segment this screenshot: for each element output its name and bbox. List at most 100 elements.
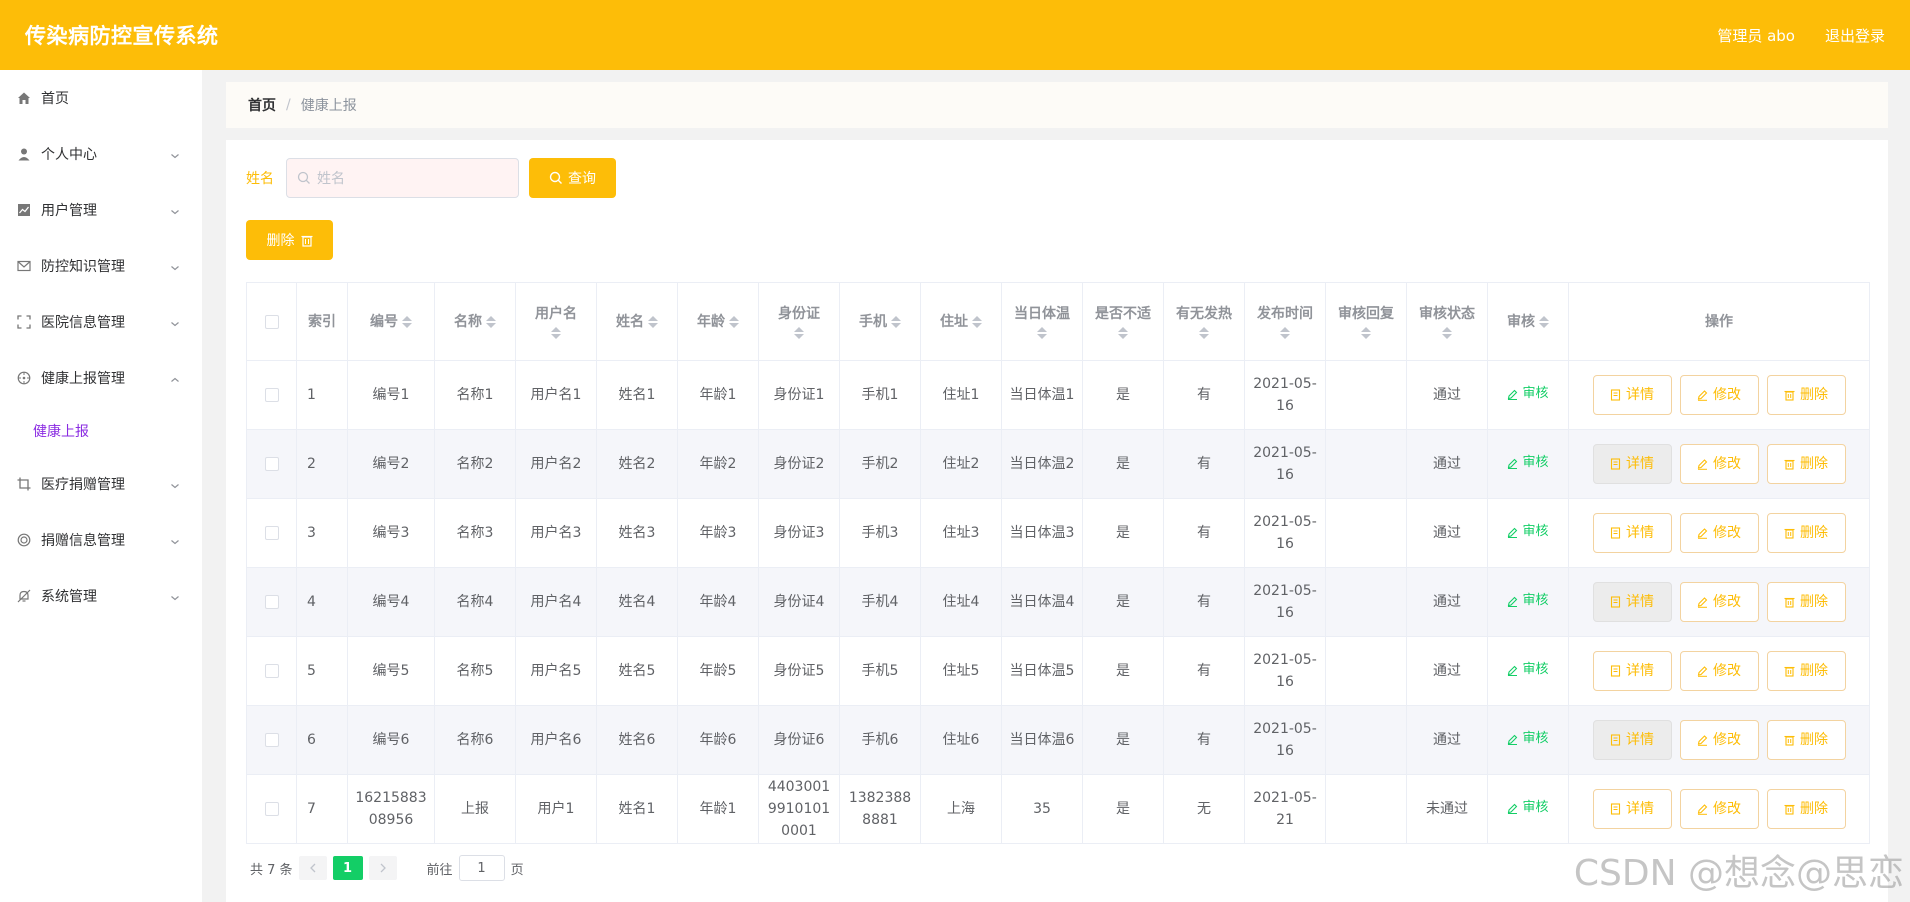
delete-button[interactable]: 删除 bbox=[1766, 444, 1846, 484]
sort-caret-icon[interactable] bbox=[648, 315, 658, 329]
detail-button[interactable]: 详情 bbox=[1592, 720, 1672, 760]
audit-link[interactable]: 审核 bbox=[1507, 590, 1549, 612]
edit-button[interactable]: 修改 bbox=[1679, 720, 1759, 760]
select-all-checkbox[interactable] bbox=[264, 314, 279, 329]
row-checkbox[interactable] bbox=[264, 595, 279, 609]
operations-cell: 详情 修改 删除 bbox=[1568, 774, 1870, 844]
row-checkbox[interactable] bbox=[264, 388, 279, 402]
audit-link[interactable]: 审核 bbox=[1507, 521, 1549, 543]
delete-button[interactable]: 删除 bbox=[1766, 582, 1846, 622]
audit-link[interactable]: 审核 bbox=[1507, 383, 1549, 405]
sidebar-item[interactable]: 首页 bbox=[0, 70, 202, 126]
next-page-button[interactable] bbox=[368, 856, 397, 880]
sort-caret-icon[interactable] bbox=[1118, 326, 1128, 340]
detail-button[interactable]: 详情 bbox=[1592, 789, 1672, 829]
sort-caret-icon[interactable] bbox=[729, 315, 739, 329]
column-header[interactable]: 身份证 bbox=[758, 282, 840, 361]
sidebar-item[interactable]: 系统管理 bbox=[0, 568, 202, 624]
row-checkbox[interactable] bbox=[264, 733, 279, 747]
sort-caret-icon[interactable] bbox=[1442, 326, 1452, 340]
sidebar-item[interactable]: 防控知识管理 bbox=[0, 238, 202, 294]
page-number-active[interactable]: 1 bbox=[332, 856, 363, 880]
operations-cell: 详情 修改 删除 bbox=[1568, 429, 1870, 499]
row-select-cell[interactable] bbox=[246, 567, 297, 637]
delete-button[interactable]: 删除 bbox=[1766, 375, 1846, 415]
column-header[interactable]: 用户名 bbox=[515, 282, 597, 361]
edit-button[interactable]: 修改 bbox=[1679, 513, 1759, 553]
detail-button[interactable]: 详情 bbox=[1592, 444, 1672, 484]
delete-button[interactable]: 删除 bbox=[1766, 789, 1846, 829]
sidebar-item[interactable]: 健康上报管理 bbox=[0, 350, 202, 406]
header-select-all[interactable] bbox=[246, 282, 297, 361]
row-select-cell[interactable] bbox=[246, 636, 297, 706]
delete-button[interactable]: 删除 bbox=[1766, 651, 1846, 691]
sort-caret-icon[interactable] bbox=[794, 326, 804, 340]
sort-caret-icon[interactable] bbox=[1539, 315, 1549, 329]
query-button[interactable]: 查询 bbox=[529, 158, 616, 198]
sidebar-subitem-health-report[interactable]: 健康上报 bbox=[0, 406, 202, 456]
detail-button[interactable]: 详情 bbox=[1592, 375, 1672, 415]
goto-page-input[interactable]: 1 bbox=[458, 855, 505, 881]
row-select-cell[interactable] bbox=[246, 429, 297, 499]
row-checkbox[interactable] bbox=[264, 664, 279, 678]
sort-caret-icon[interactable] bbox=[402, 315, 412, 329]
edit-button[interactable]: 修改 bbox=[1679, 444, 1759, 484]
detail-button[interactable]: 详情 bbox=[1592, 651, 1672, 691]
audit-link-label: 审核 bbox=[1522, 524, 1549, 540]
edit-button-label: 修改 bbox=[1713, 456, 1741, 472]
column-header[interactable]: 年龄 bbox=[677, 282, 759, 361]
column-header[interactable]: 审核回复 bbox=[1325, 282, 1407, 361]
sidebar-item[interactable]: 用户管理 bbox=[0, 182, 202, 238]
batch-delete-button[interactable]: 删除 bbox=[246, 220, 333, 260]
sort-caret-icon[interactable] bbox=[972, 315, 982, 329]
sort-caret-icon[interactable] bbox=[1280, 326, 1290, 340]
audit-link[interactable]: 审核 bbox=[1507, 728, 1549, 750]
detail-button[interactable]: 详情 bbox=[1592, 582, 1672, 622]
column-header[interactable]: 有无发热 bbox=[1163, 282, 1245, 361]
audit-link[interactable]: 审核 bbox=[1507, 659, 1549, 681]
row-select-cell[interactable] bbox=[246, 360, 297, 430]
audit-link-label: 审核 bbox=[1522, 800, 1549, 816]
edit-button[interactable]: 修改 bbox=[1679, 375, 1759, 415]
audit-link[interactable]: 审核 bbox=[1507, 797, 1549, 819]
trash-icon bbox=[1784, 665, 1795, 677]
column-header[interactable]: 编号 bbox=[347, 282, 435, 361]
sort-caret-icon[interactable] bbox=[1361, 326, 1371, 340]
sort-caret-icon[interactable] bbox=[891, 315, 901, 329]
sort-caret-icon[interactable] bbox=[486, 315, 496, 329]
column-header-label: 当日体温 bbox=[1014, 305, 1070, 322]
delete-button[interactable]: 删除 bbox=[1766, 720, 1846, 760]
search-input[interactable]: 姓名 bbox=[286, 158, 519, 198]
breadcrumb-home[interactable]: 首页 bbox=[248, 95, 276, 115]
sidebar-item[interactable]: 医疗捐赠管理 bbox=[0, 456, 202, 512]
prev-page-button[interactable] bbox=[298, 856, 327, 880]
column-header[interactable]: 发布时间 bbox=[1244, 282, 1326, 361]
sidebar-item[interactable]: 医院信息管理 bbox=[0, 294, 202, 350]
column-header[interactable]: 当日体温 bbox=[1001, 282, 1083, 361]
row-select-cell[interactable] bbox=[246, 774, 297, 844]
sort-caret-icon[interactable] bbox=[1199, 326, 1209, 340]
edit-button[interactable]: 修改 bbox=[1679, 651, 1759, 691]
sidebar-item[interactable]: 个人中心 bbox=[0, 126, 202, 182]
detail-button[interactable]: 详情 bbox=[1592, 513, 1672, 553]
edit-button-label: 修改 bbox=[1713, 801, 1741, 817]
row-checkbox[interactable] bbox=[264, 457, 279, 471]
edit-button[interactable]: 修改 bbox=[1679, 582, 1759, 622]
delete-button[interactable]: 删除 bbox=[1766, 513, 1846, 553]
column-header[interactable]: 审核状态 bbox=[1406, 282, 1488, 361]
logout-button[interactable]: 退出登录 bbox=[1825, 25, 1885, 46]
row-checkbox[interactable] bbox=[264, 526, 279, 540]
sort-caret-icon[interactable] bbox=[551, 326, 561, 340]
row-select-cell[interactable] bbox=[246, 498, 297, 568]
column-header[interactable]: 住址 bbox=[920, 282, 1002, 361]
audit-link[interactable]: 审核 bbox=[1507, 452, 1549, 474]
column-header[interactable]: 名称 bbox=[434, 282, 516, 361]
sidebar-item[interactable]: 捐赠信息管理 bbox=[0, 512, 202, 568]
column-header[interactable]: 姓名 bbox=[596, 282, 678, 361]
column-header[interactable]: 是否不适 bbox=[1082, 282, 1164, 361]
column-header[interactable]: 手机 bbox=[839, 282, 921, 361]
row-select-cell[interactable] bbox=[246, 705, 297, 775]
edit-button[interactable]: 修改 bbox=[1679, 789, 1759, 829]
sort-caret-icon[interactable] bbox=[1037, 326, 1047, 340]
row-checkbox[interactable] bbox=[264, 802, 279, 816]
